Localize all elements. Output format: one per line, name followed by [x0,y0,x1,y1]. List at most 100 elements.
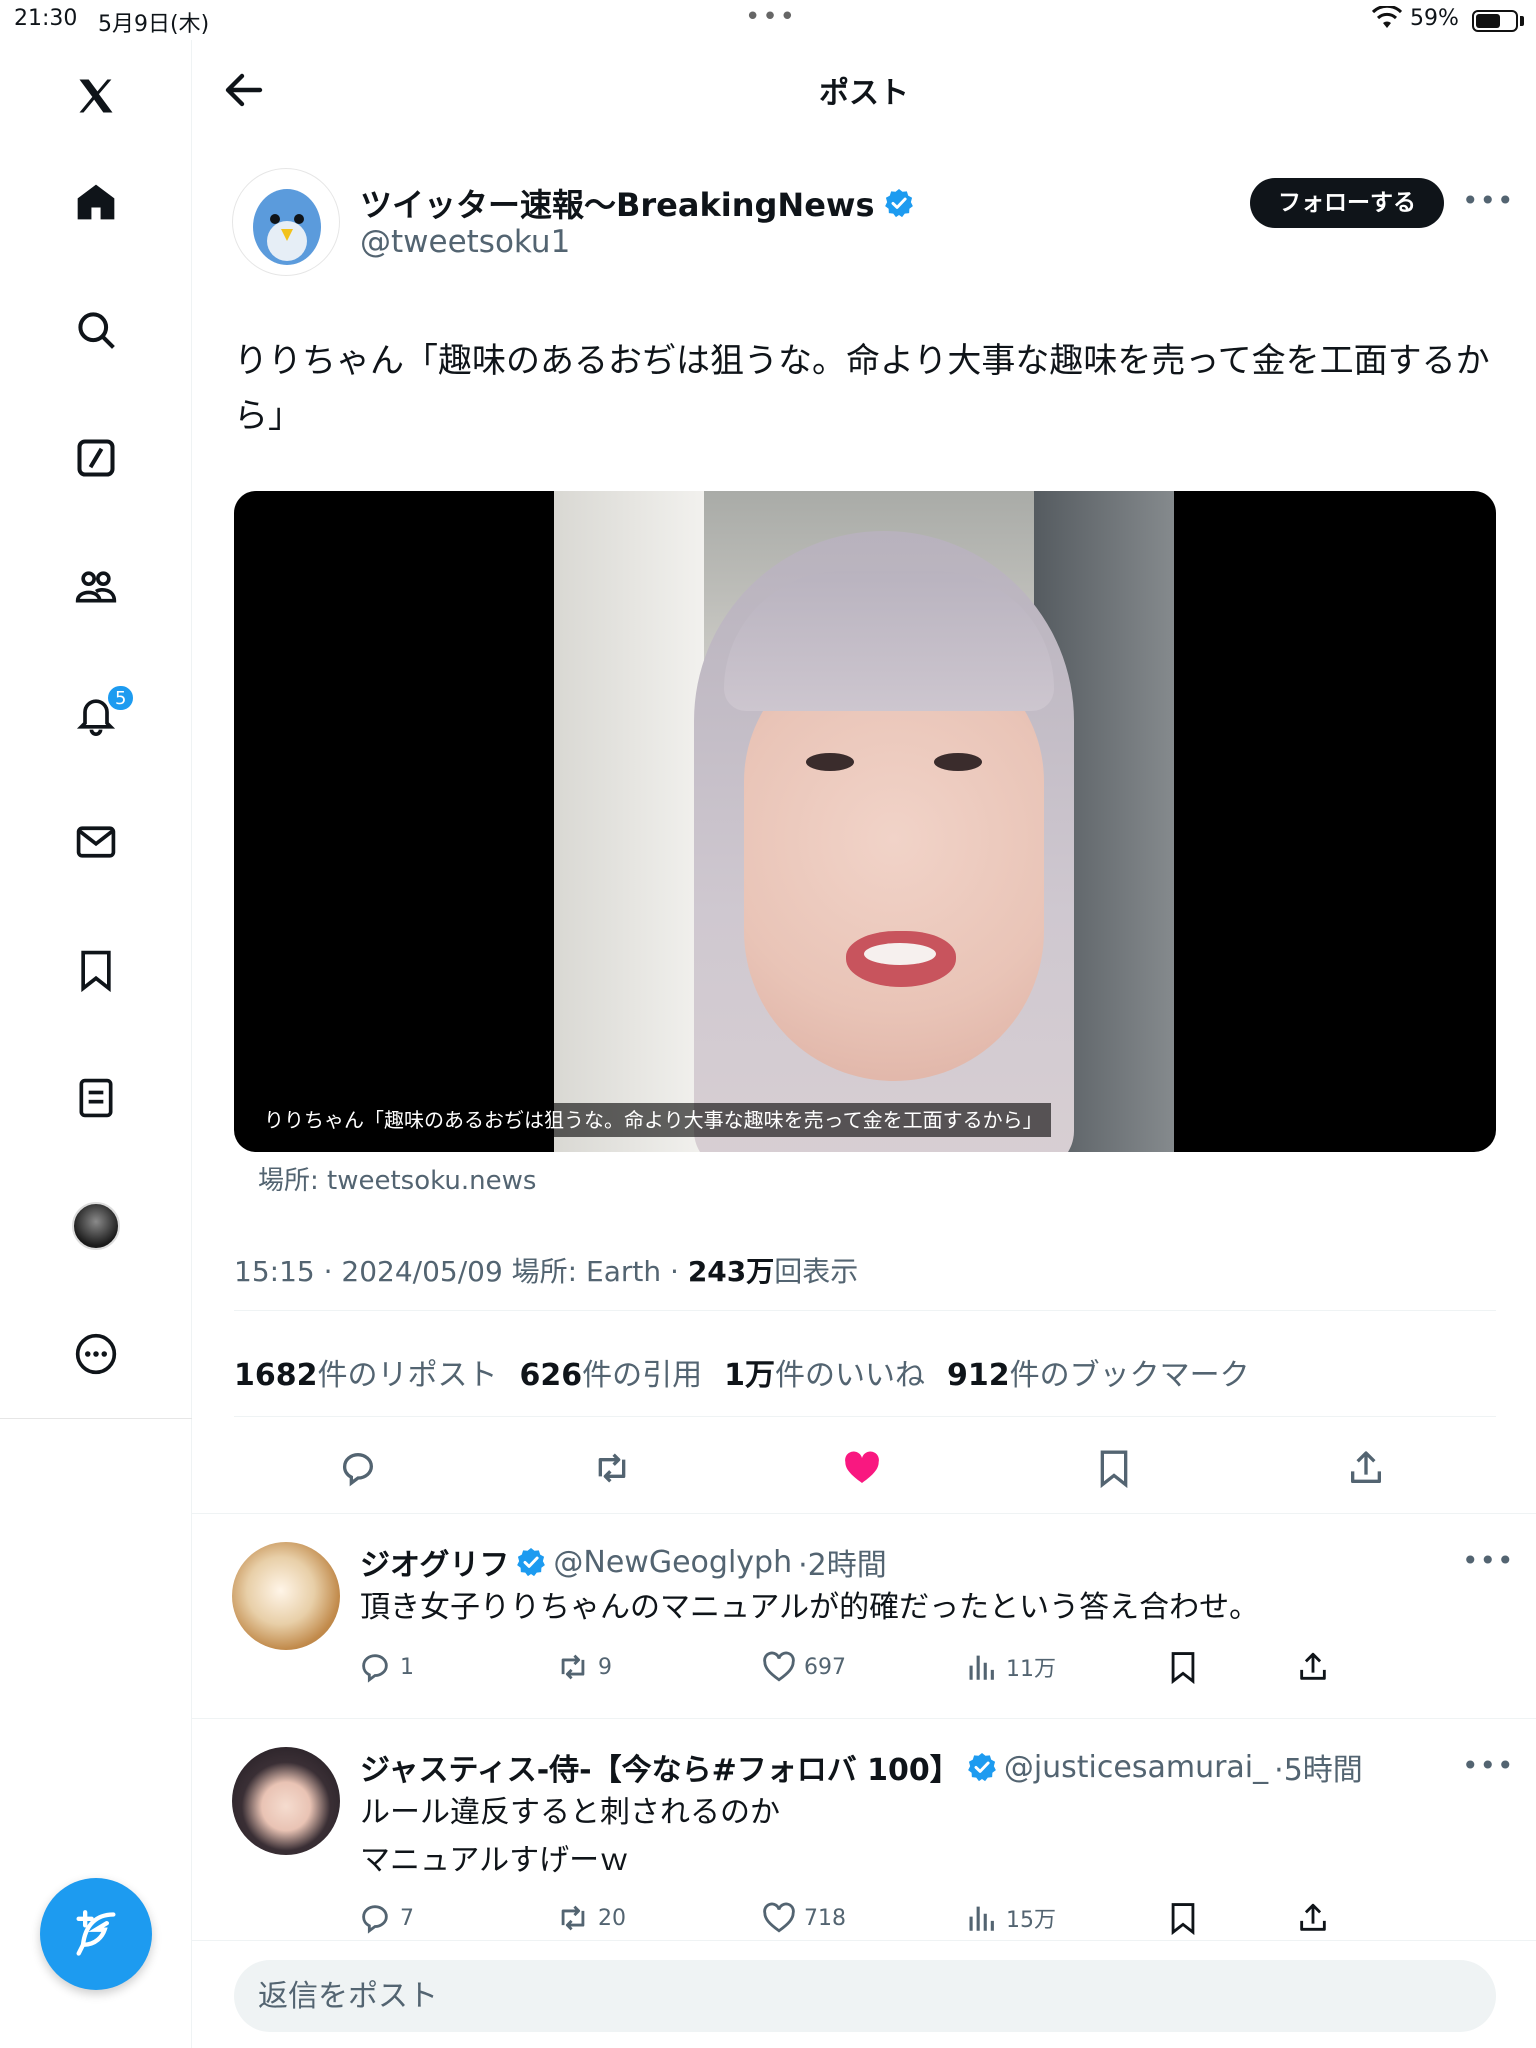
reply-author-name[interactable]: ジャスティス-侍-【今なら#フォロバ 100】 [360,1745,960,1789]
reply-avatar[interactable] [232,1542,340,1650]
video-caption: りりちゃん「趣味のあるおぢは狙うな。命より大事な趣味を売って金を工面するから」 [256,1103,1051,1137]
stat-reposts[interactable]: 1682件のリポスト [234,1350,498,1394]
reply-repost-button[interactable]: 9 [556,1650,612,1684]
reply-input[interactable] [234,1960,1496,2032]
verified-icon [517,1548,546,1577]
repost-count: 20 [598,1905,626,1931]
post-more-icon[interactable]: ••• [1462,184,1515,217]
more-circle-icon[interactable] [62,1320,130,1388]
reply-author-handle[interactable]: @NewGeoglyph [553,1545,792,1580]
heart-icon [763,1902,795,1933]
reply-reply-button[interactable]: 7 [358,1901,414,1935]
reply-share-button[interactable] [1296,1650,1330,1684]
stats-divider [234,1416,1496,1417]
heart-icon [845,1451,879,1483]
sidebar-nav: 5 [0,40,192,2048]
reply-count: 7 [400,1905,414,1931]
grok-icon[interactable] [62,424,130,492]
mail-icon[interactable] [62,808,130,876]
like-count: 718 [804,1905,846,1931]
reply-text: 頂き女子りりちゃんのマニュアルが的確だったという答え合わせ。 [360,1590,1260,1625]
avatar [72,1202,120,1250]
repost-icon [561,1654,585,1680]
stat-bookmarks[interactable]: 912件のブックマーク [947,1350,1250,1394]
home-icon[interactable] [62,168,130,236]
reply-bar-divider [192,1940,1536,1941]
like-button[interactable] [834,1440,890,1496]
reply-reply-button[interactable]: 1 [358,1650,414,1684]
reply-views-button[interactable]: 11万 [964,1650,1056,1684]
reply-icon [343,1453,373,1487]
reply-text-line-2: マニュアルすげーｗ [360,1843,630,1878]
reply-author-handle[interactable]: @justicesamurai_ [1004,1750,1268,1785]
reply-time[interactable]: ·2時間 [798,1540,887,1584]
view-count-label: 回表示 [774,1255,859,1288]
follow-button[interactable]: フォローする [1250,178,1444,228]
reply-composer[interactable] [234,1960,1496,2032]
status-date: 5月9日(木) [98,12,210,37]
reply-repost-button[interactable]: 20 [556,1901,626,1935]
share-icon [1300,1652,1326,1680]
bookmark-button[interactable] [1086,1440,1142,1496]
bookmark-icon [1171,1903,1195,1935]
reply-text-line-1: ルール違反すると刺されるのか [360,1795,780,1830]
verified-icon [967,1753,996,1782]
post-author[interactable]: ツイッター速報〜BreakingNews [360,180,915,226]
reply-item[interactable]: ジオグリフ @NewGeoglyph ·2時間 ••• 頂き女子りりちゃんのマニ… [192,1514,1536,1718]
search-icon[interactable] [62,296,130,364]
views-count: 15万 [1006,1908,1056,1933]
reply-more-icon[interactable]: ••• [1462,1749,1515,1782]
bookmark-nav-icon[interactable] [62,936,130,1004]
reply-count: 1 [400,1654,414,1680]
reply-button[interactable] [330,1440,386,1496]
views-icon [969,1906,994,1931]
reply-views-button[interactable]: 15万 [964,1901,1056,1935]
repost-icon [561,1905,585,1931]
post-author-handle[interactable]: @tweetsoku1 [360,224,570,260]
bird-avatar-icon [253,189,321,265]
reply-author-name[interactable]: ジオグリフ [360,1540,509,1584]
post-video[interactable]: りりちゃん「趣味のあるおぢは狙うな。命より大事な趣味を売って金を工面するから」 [234,491,1496,1152]
video-frame [554,491,1174,1152]
reply-icon [362,1654,388,1683]
reply-share-button[interactable] [1296,1901,1330,1935]
share-button[interactable] [1338,1440,1394,1496]
meta-divider [234,1310,1496,1311]
stat-quotes[interactable]: 626件の引用 [520,1350,703,1394]
status-time: 21:30 [14,6,78,31]
like-count: 697 [804,1654,846,1680]
verified-icon [884,189,913,218]
notifications-bell-icon[interactable]: 5 [62,680,136,748]
reply-icon [362,1905,388,1934]
reply-time[interactable]: ·5時間 [1274,1745,1363,1789]
reply-header: ジャスティス-侍-【今なら#フォロバ 100】 @justicesamurai_… [360,1745,1363,1789]
profile-avatar[interactable] [62,1192,130,1260]
reply-like-button[interactable]: 697 [762,1650,846,1684]
repost-count: 9 [598,1654,612,1680]
communities-icon[interactable] [62,552,130,620]
reply-item[interactable]: ジャスティス-侍-【今なら#フォロバ 100】 @justicesamurai_… [192,1719,1536,1959]
compose-button[interactable] [40,1878,152,1990]
post-text: りりちゃん「趣味のあるおぢは狙うな。命より大事な趣味を売って金を工面するから」 [234,341,1490,436]
compose-icon [76,1910,116,1956]
post-author-avatar[interactable] [232,168,340,276]
wifi-icon [1372,6,1402,28]
post-author-name[interactable]: ツイッター速報〜BreakingNews [360,180,875,226]
reply-like-button[interactable]: 718 [762,1901,846,1935]
reply-bookmark-button[interactable] [1166,1901,1200,1935]
views-count: 11万 [1006,1657,1056,1682]
views-icon [969,1655,994,1680]
view-count: 243万 [687,1255,775,1288]
reply-avatar[interactable] [232,1747,340,1855]
post-timestamp[interactable]: 15:15 · 2024/05/09 場所: Earth · [234,1255,688,1288]
x-logo-icon[interactable] [62,62,130,130]
status-bar: 21:30 5月9日(木) ••• 59% [0,0,1536,40]
multitasking-dots-icon[interactable]: ••• [745,2,797,32]
sidebar-divider [0,1418,192,1419]
reply-bookmark-button[interactable] [1166,1650,1200,1684]
repost-button[interactable] [584,1440,640,1496]
lists-icon[interactable] [62,1064,130,1132]
media-source-link[interactable]: 場所: tweetsoku.news [258,1160,536,1197]
reply-more-icon[interactable]: ••• [1462,1544,1515,1577]
stat-likes[interactable]: 1万件のいいね [724,1350,925,1394]
